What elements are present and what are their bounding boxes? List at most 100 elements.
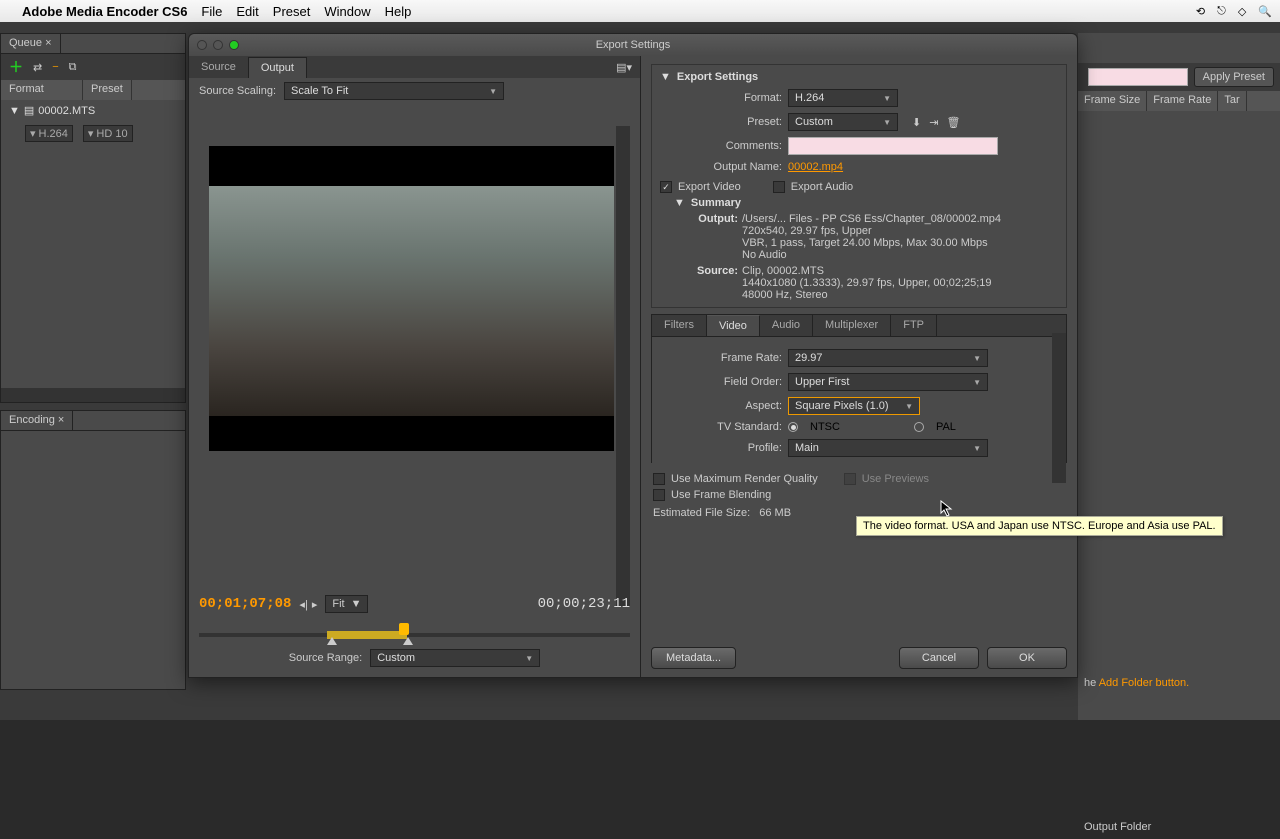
summary-header[interactable]: ▼Summary: [674, 197, 1058, 209]
field-order-dropdown[interactable]: Upper First▼: [788, 373, 988, 391]
settings-icon[interactable]: ⇄: [33, 61, 42, 74]
menu-window[interactable]: Window: [324, 4, 370, 19]
in-point[interactable]: [327, 637, 337, 645]
dialog-titlebar[interactable]: Export Settings: [189, 34, 1077, 56]
wifi-icon[interactable]: ◇: [1238, 5, 1246, 18]
est-filesize-value: 66 MB: [759, 507, 791, 519]
timeline: 00;01;07;08 ◂| ▸ Fit▼ 00;00;23;11 Source…: [189, 587, 640, 677]
twirl-icon[interactable]: ▼: [9, 105, 20, 117]
apply-preset-button[interactable]: Apply Preset: [1194, 67, 1274, 87]
max-quality-checkbox[interactable]: [653, 473, 665, 485]
play-icon[interactable]: ▸: [312, 598, 318, 611]
timecode-current[interactable]: 00;01;07;08: [199, 596, 291, 612]
video-settings: Frame Rate: 29.97▼ Field Order: Upper Fi…: [651, 337, 1067, 463]
summary-output-bitrate: VBR, 1 pass, Target 24.00 Mbps, Max 30.0…: [742, 237, 1058, 249]
bluetooth-icon[interactable]: ⎋: [1217, 5, 1226, 18]
menu-preset[interactable]: Preset: [273, 4, 311, 19]
menu-file[interactable]: File: [201, 4, 222, 19]
profile-dropdown[interactable]: Main▼: [788, 439, 988, 457]
tab-filters[interactable]: Filters: [652, 315, 707, 336]
menu-edit[interactable]: Edit: [236, 4, 258, 19]
col-format[interactable]: Format: [1, 80, 83, 100]
output-name-link[interactable]: 00002.mp4: [788, 161, 843, 173]
output-name-label: Output Name:: [660, 161, 782, 173]
max-quality-label: Use Maximum Render Quality: [671, 473, 818, 485]
summary-output-path: /Users/... Files - PP CS6 Ess/Chapter_08…: [742, 213, 1058, 225]
ok-button[interactable]: OK: [987, 647, 1067, 669]
step-back-icon[interactable]: ◂|: [299, 598, 307, 611]
queue-tab[interactable]: Queue ×: [1, 34, 61, 53]
preview-menu-icon[interactable]: ▤▾: [608, 61, 640, 74]
tab-output[interactable]: Output: [248, 57, 307, 78]
timeline-slider[interactable]: [199, 619, 630, 643]
source-range-dropdown[interactable]: Custom▼: [370, 649, 540, 667]
preset-search[interactable]: [1088, 68, 1188, 86]
menu-help[interactable]: Help: [385, 4, 412, 19]
playhead[interactable]: [399, 623, 409, 635]
out-point[interactable]: [403, 637, 413, 645]
col-framesize[interactable]: Frame Size: [1078, 91, 1147, 111]
export-video-checkbox[interactable]: ✓: [660, 181, 672, 193]
queue-format-row[interactable]: ▾H.264 ▾HD 10: [1, 121, 185, 146]
metadata-button[interactable]: Metadata...: [651, 647, 736, 669]
queue-scroll[interactable]: [1, 388, 185, 402]
tab-video[interactable]: Video: [707, 315, 760, 336]
export-settings-header[interactable]: ▼Export Settings: [660, 71, 1058, 83]
import-preset-icon[interactable]: ⇥: [929, 116, 938, 129]
ntsc-radio[interactable]: [788, 422, 798, 432]
dialog-title: Export Settings: [596, 39, 671, 51]
add-folder-link[interactable]: Add Folder button.: [1099, 677, 1190, 689]
preset-label: Preset:: [660, 116, 782, 128]
preview-pane: Source Output ▤▾ Source Scaling: Scale T…: [189, 56, 641, 677]
format-dropdown[interactable]: ▾H.264: [25, 125, 73, 142]
frame-blending-label: Use Frame Blending: [671, 489, 771, 501]
frame-rate-dropdown[interactable]: 29.97▼: [788, 349, 988, 367]
summary-source-k: Source:: [688, 265, 738, 277]
sync-icon[interactable]: ⟲: [1196, 5, 1205, 18]
preset-browser-panel: Apply Preset Frame Size Frame Rate Tar O…: [1078, 33, 1280, 720]
tab-source[interactable]: Source: [189, 57, 248, 77]
preset-dropdown[interactable]: ▾HD 10: [83, 125, 133, 142]
col-framerate[interactable]: Frame Rate: [1147, 91, 1218, 111]
use-previews-label: Use Previews: [862, 473, 929, 485]
zoom-dropdown[interactable]: Fit▼: [325, 595, 368, 613]
preset-dropdown[interactable]: Custom▼: [788, 113, 898, 131]
close-dot[interactable]: [197, 40, 207, 50]
export-audio-checkbox[interactable]: [773, 181, 785, 193]
tab-multiplexer[interactable]: Multiplexer: [813, 315, 891, 336]
cancel-button[interactable]: Cancel: [899, 647, 979, 669]
pal-radio[interactable]: [914, 422, 924, 432]
app-name: Adobe Media Encoder CS6: [22, 4, 187, 19]
delete-preset-icon[interactable]: 🗑: [946, 116, 960, 129]
duplicate-icon[interactable]: ⧉: [69, 61, 77, 74]
col-preset[interactable]: Preset: [83, 80, 132, 100]
aspect-dropdown[interactable]: Square Pixels (1.0)▼: [788, 397, 920, 415]
comments-label: Comments:: [660, 140, 782, 152]
profile-label: Profile:: [660, 442, 782, 454]
video-settings-scroll[interactable]: [1052, 333, 1066, 483]
zoom-dot[interactable]: [229, 40, 239, 50]
ntsc-label: NTSC: [810, 421, 840, 433]
remove-icon[interactable]: −: [52, 61, 58, 73]
preview-vscroll[interactable]: [616, 126, 630, 606]
source-range-label: Source Range:: [289, 652, 362, 664]
clip-icon: ▤: [24, 104, 34, 117]
queue-file[interactable]: ▼ ▤ 00002.MTS: [1, 100, 185, 121]
menubar-status: ⟲ ⎋ ◇ 🔍: [1196, 5, 1272, 18]
min-dot[interactable]: [213, 40, 223, 50]
summary-source-clip: Clip, 00002.MTS: [742, 265, 1058, 277]
save-preset-icon[interactable]: ⬇: [912, 116, 921, 129]
frame-blending-checkbox[interactable]: [653, 489, 665, 501]
tab-audio[interactable]: Audio: [760, 315, 813, 336]
settings-tabs: Filters Video Audio Multiplexer FTP: [651, 314, 1067, 337]
aspect-label: Aspect:: [660, 400, 782, 412]
source-scaling-dropdown[interactable]: Scale To Fit▼: [284, 82, 504, 100]
encoding-tab[interactable]: Encoding ×: [1, 411, 73, 430]
tab-ftp[interactable]: FTP: [891, 315, 937, 336]
output-folder-label: Output Folder: [1078, 815, 1157, 839]
col-target[interactable]: Tar: [1218, 91, 1246, 111]
search-icon[interactable]: 🔍: [1258, 5, 1272, 18]
comments-input[interactable]: [788, 137, 998, 155]
add-icon[interactable]: ＋: [9, 57, 23, 77]
format-dropdown[interactable]: H.264▼: [788, 89, 898, 107]
